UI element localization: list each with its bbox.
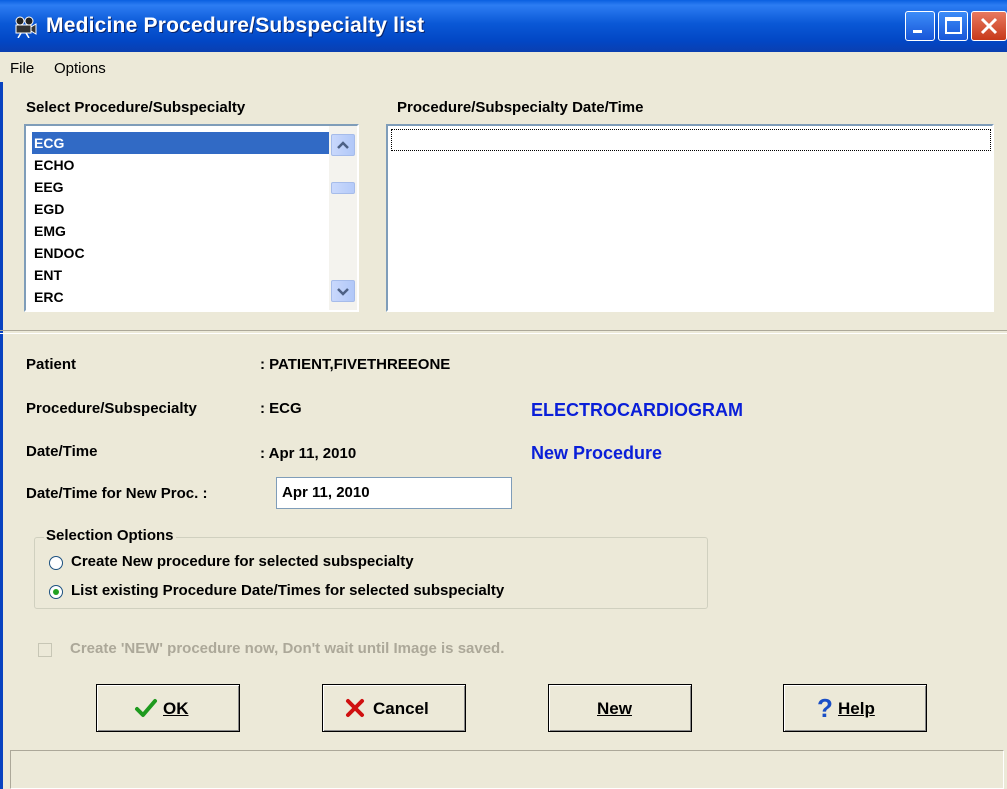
window-border <box>0 52 3 789</box>
separator <box>0 330 1007 334</box>
procedure-list-window: Medicine Procedure/Subspecialty list Fil… <box>0 0 1007 789</box>
datetime-value: : Apr 11, 2010 <box>260 445 357 462</box>
maximize-button[interactable] <box>938 11 968 41</box>
procedure-listbox[interactable]: ECG ECHO EEG EGD EMG ENDOC ENT ERC <box>24 124 359 312</box>
close-button[interactable] <box>971 11 1007 41</box>
list-item-endoc[interactable]: ENDOC <box>32 242 332 264</box>
menu-options[interactable]: Options <box>54 60 106 77</box>
minimize-button[interactable] <box>905 11 935 41</box>
date-list-heading: Procedure/Subspecialty Date/Time <box>397 99 644 116</box>
maximize-icon <box>945 17 962 34</box>
help-button-label: Help <box>838 699 875 718</box>
datetime-status: New Procedure <box>531 443 663 463</box>
selection-options-legend: Selection Options <box>44 527 176 544</box>
focus-row[interactable] <box>391 129 991 151</box>
close-icon <box>980 17 998 35</box>
procedure-full-name: ELECTROCARDIOGRAM <box>531 400 743 420</box>
scroll-thumb[interactable] <box>331 182 355 194</box>
movie-camera-icon <box>15 16 37 38</box>
ok-button-label: OK <box>163 699 189 718</box>
create-new-radio[interactable] <box>49 556 63 570</box>
create-now-checkbox[interactable] <box>38 643 52 657</box>
status-bar <box>10 750 1004 789</box>
procedure-value: : ECG <box>260 400 302 417</box>
procedure-list-heading: Select Procedure/Subspecialty <box>26 99 246 116</box>
patient-value: : PATIENT,FIVETHREEONE <box>260 356 451 373</box>
cancel-button[interactable]: Cancel <box>322 684 466 732</box>
create-new-radio-label[interactable]: Create New procedure for selected subspe… <box>71 553 414 570</box>
list-item-egd[interactable]: EGD <box>32 198 332 220</box>
list-item-erc[interactable]: ERC <box>32 286 332 308</box>
window-title: Medicine Procedure/Subspecialty list <box>46 14 425 37</box>
list-item-emg[interactable]: EMG <box>32 220 332 242</box>
checkmark-icon <box>135 699 157 717</box>
question-icon: ? <box>817 695 833 721</box>
list-item-ent[interactable]: ENT <box>32 264 332 286</box>
ok-button[interactable]: OK <box>96 684 240 732</box>
menu-bar: File Options <box>0 52 1007 82</box>
title-bar[interactable]: Medicine Procedure/Subspecialty list <box>0 0 1007 52</box>
list-item-echo[interactable]: ECHO <box>32 154 332 176</box>
new-button-label: New <box>597 699 632 718</box>
procedure-datetime-listbox[interactable] <box>386 124 994 312</box>
new-button[interactable]: New <box>548 684 692 732</box>
new-proc-label: Date/Time for New Proc. : <box>26 485 208 502</box>
chevron-down-icon <box>337 288 349 296</box>
cross-icon <box>346 699 364 717</box>
scroll-down-button[interactable] <box>331 280 355 302</box>
help-button[interactable]: ? Help <box>783 684 927 732</box>
list-item-ecg[interactable]: ECG <box>32 132 332 154</box>
new-proc-date-field[interactable]: Apr 11, 2010 <box>276 477 512 509</box>
patient-label: Patient <box>26 356 77 373</box>
svg-text:?: ? <box>817 695 833 721</box>
list-existing-radio[interactable] <box>49 585 63 599</box>
radio-selected-dot <box>53 589 59 595</box>
datetime-label: Date/Time <box>26 443 98 460</box>
list-item-eeg[interactable]: EEG <box>32 176 332 198</box>
minimize-icon <box>913 30 922 33</box>
scroll-up-button[interactable] <box>331 134 355 156</box>
procedure-list-scrollbar[interactable] <box>329 126 357 310</box>
list-existing-radio-label[interactable]: List existing Procedure Date/Times for s… <box>71 582 504 599</box>
cancel-button-label: Cancel <box>373 699 429 718</box>
create-now-checkbox-label: Create 'NEW' procedure now, Don't wait u… <box>70 640 505 657</box>
procedure-label: Procedure/Subspecialty <box>26 400 197 417</box>
menu-file[interactable]: File <box>10 60 34 77</box>
chevron-up-icon <box>337 141 349 149</box>
